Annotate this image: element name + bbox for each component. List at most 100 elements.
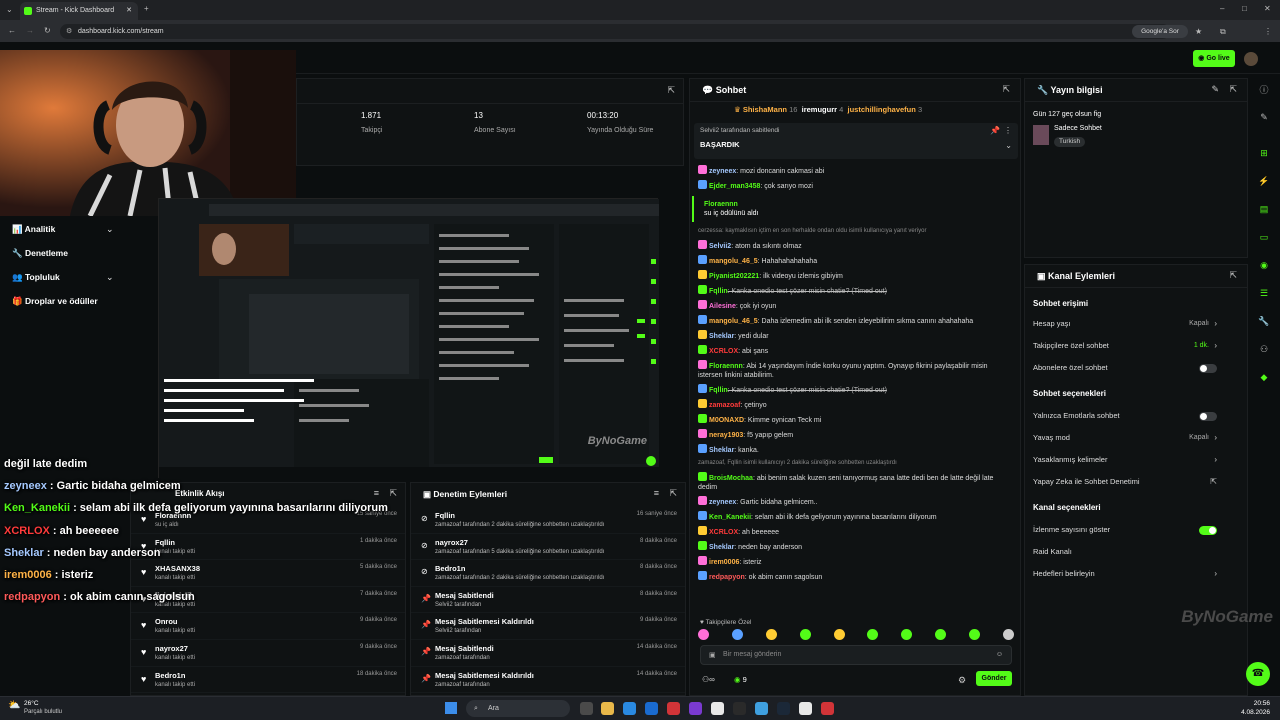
mail-icon[interactable] [645,702,658,715]
chat-message[interactable]: Ken_Kanekii: selam abi ilk defa geliyoru… [690,509,1016,524]
popout-icon[interactable]: ⇱ [1229,270,1237,281]
chat-username[interactable]: Ejder_man3458 [709,183,760,190]
mod-action-row[interactable]: ⊘ Fqllin zamazoaf tarafından 2 dakika süre… [411,507,685,534]
chevron-down-icon[interactable]: ⌄ [106,272,114,283]
go-live-button[interactable]: ◉ Go live [1193,50,1235,67]
more-icon[interactable]: ⋮ [1004,126,1012,135]
gifter-name[interactable]: ShishaMann [743,105,787,114]
goals-row[interactable]: Hedefleri belirleyin › [1025,563,1247,585]
emote-picker-icon[interactable]: ☺ [996,651,1003,658]
emote-icon[interactable] [799,629,811,640]
minimize-icon[interactable]: – [1220,4,1224,13]
show-viewers-toggle[interactable] [1199,526,1217,535]
mod-action-row[interactable]: ⊘ nayrox27 zamazoaf tarafından 5 dakika sü… [411,534,685,561]
maximize-icon[interactable]: □ [1242,4,1247,13]
extensions-icon[interactable]: ⧉ [1220,27,1226,37]
chat-message[interactable]: Sheklar: yedi dular [690,328,1016,343]
slow-mode-row[interactable]: Yavaş mod Kapalı › [1025,427,1247,449]
banned-words-row[interactable]: Yasaklanmış kelimeler › [1025,449,1247,471]
broadcast-icon[interactable]: ◉ [1252,256,1276,274]
system-message[interactable]: zamazoaf, Fqllin isimli kullanıcıyı 2 da… [690,457,1016,470]
emote-icon[interactable] [867,629,879,640]
emote-icon[interactable] [698,629,709,640]
pinned-message[interactable]: Selvii2 tarafından sabitlendi BAŞARDIK 📌… [694,123,1018,159]
gifter-name[interactable]: iremugurr [802,105,837,114]
emote-icon[interactable] [969,629,980,640]
chat-username[interactable]: XCRLOX [709,529,738,536]
chat-username[interactable]: mangolu_46_5 [709,318,758,325]
taskbar-search[interactable]: ⌕ Ara [466,700,570,717]
chat-message[interactable]: Ejder_man3458: çok sarıyo mozi [690,178,1016,193]
browser-menu-icon[interactable]: ⋮ [1264,27,1272,36]
tab-list-icon[interactable]: ⌄ [6,5,13,14]
stream-preview[interactable]: ByNoGame [158,198,659,479]
chat-bubble-button[interactable]: ☎ [1246,662,1270,686]
chat-message[interactable]: zeyneex: Gartic bidaha gelmicem.. [690,494,1016,509]
chat-message[interactable]: neray1903: f5 yapıp gelem [690,427,1016,442]
chevron-down-icon[interactable]: ⌄ [1005,141,1012,150]
filter-icon[interactable]: ≡ [654,488,659,498]
chat-username[interactable]: Ken_Kanekii [709,514,751,521]
chat-username[interactable]: Floraennn [709,363,743,370]
followers-only-row[interactable]: Takipçilere özel sohbet 1 dk. › [1025,335,1247,357]
url-field[interactable]: ⚙ dashboard.kick.com/stream [60,24,1170,39]
doc-icon[interactable]: ▤ [1252,200,1276,218]
emotes-only-toggle[interactable] [1199,412,1217,421]
raid-row[interactable]: Raid Kanalı [1025,541,1247,563]
chat-username[interactable]: mangolu_46_5 [709,258,758,265]
edit-icon[interactable]: ✎ [1211,84,1219,95]
app-icon[interactable] [689,702,702,715]
emote-icon[interactable] [1002,629,1014,640]
users-icon[interactable]: ⚇ [1252,340,1276,358]
new-tab-icon[interactable]: + [144,4,149,13]
app-icon[interactable] [667,702,680,715]
reply-context[interactable]: cerzessa: kaymaklısın içtim en son herha… [690,225,1016,238]
flash-icon[interactable]: ⚡ [1252,172,1276,190]
popout-icon[interactable]: ⇱ [667,85,675,96]
chat-message[interactable]: BroisMochaa: abi benim salak kuzen seni … [690,470,1016,494]
chat-message[interactable]: Piyanist202221: ilk videoyu izlemis gibi… [690,268,1016,283]
close-window-icon[interactable]: ✕ [1264,4,1271,13]
weather-temp[interactable]: 26°C [24,700,39,707]
menu-analytics[interactable]: 📊 Analitik [12,224,55,235]
reward-message[interactable]: Floraennn su iç ödülünü aldı [692,196,1016,222]
back-icon[interactable]: ← [8,26,16,35]
chat-username[interactable]: Piyanist202221 [709,273,759,280]
app-icon[interactable] [821,702,834,715]
chat-message[interactable]: zeyneex: mozi doncanin cakmasi abi [690,163,1016,178]
chat-username[interactable]: M0ONAXD [709,417,744,424]
chat-settings-icon[interactable]: ⚙ [958,675,966,686]
google-ask-button[interactable]: Google'a Sor [1132,25,1188,38]
chat-input[interactable]: ▣ Bir mesaj gönderin ☺ [700,645,1012,665]
chat-message[interactable]: Floraennn: Abi 14 yaşındayım İndie korku… [690,358,1016,382]
chrome-icon[interactable] [711,702,724,715]
chat-username[interactable]: XCRLOX [709,348,738,355]
mod-action-row[interactable]: 📌 Mesaj Sabitlemesi Kaldırıldı Selvii2 tar… [411,613,685,640]
chat-username[interactable]: Ailesine [709,303,736,310]
bookmark-star-icon[interactable]: ★ [1195,27,1202,36]
edge-icon[interactable] [623,702,636,715]
menu-drops[interactable]: 🎁 Droplar ve ödüller [12,296,98,307]
activity-row[interactable]: ♥ Onrou kanalı takip etti 9 dakika önce [131,613,405,640]
chat-message[interactable]: redpapyon: ok abim canın sagolsun [690,569,1016,584]
chat-username[interactable]: Floraennn [704,200,1008,209]
menu-moderation[interactable]: 🔧 Denetleme [12,248,68,259]
chat-icon[interactable]: ▭ [1252,228,1276,246]
emote-icon[interactable] [833,629,845,640]
category-name[interactable]: Sadece Sohbet [1054,125,1102,132]
emote-icon[interactable] [901,629,913,640]
chat-users-icon[interactable]: ⚇∞ [702,675,715,684]
chat-message[interactable]: Ailesine: çok iyi oyun [690,298,1016,313]
chat-message[interactable]: Selvii2: atom da sıkıntı olmaz [690,238,1016,253]
emote-icon[interactable] [765,629,777,640]
chat-username[interactable]: zeyneex [709,168,736,175]
chat-username[interactable]: Sheklar [709,544,734,551]
send-button[interactable]: Gönder [976,671,1012,686]
chat-username[interactable]: Sheklar [709,447,734,454]
popout-icon[interactable]: ⇱ [1229,84,1237,95]
start-icon[interactable] [445,702,457,714]
chat-message[interactable]: irem0006: isteriz [690,554,1016,569]
reload-icon[interactable]: ↻ [44,26,51,35]
chat-message[interactable]: Fqllin: Kanka onedio test çözer misin ch… [690,283,1016,298]
app-icon[interactable] [755,702,768,715]
